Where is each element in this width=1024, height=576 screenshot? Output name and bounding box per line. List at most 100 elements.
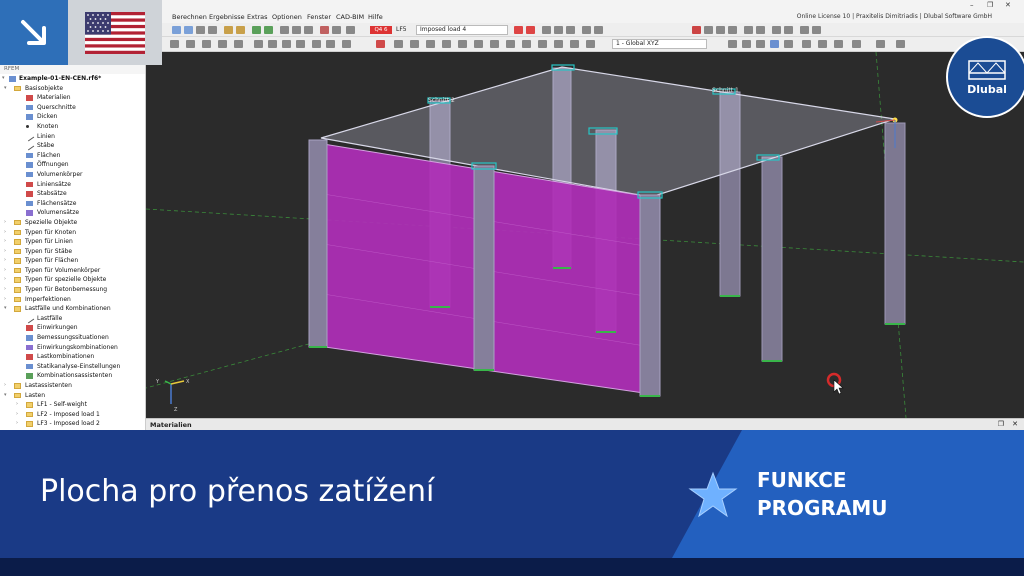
- chevron-right-icon[interactable]: ›: [4, 228, 10, 238]
- chevron-right-icon[interactable]: ›: [4, 381, 10, 391]
- load-case-select[interactable]: Imposed load 4: [416, 25, 508, 35]
- settings-icon[interactable]: [876, 40, 885, 48]
- arrow-left-icon[interactable]: [514, 26, 523, 34]
- chevron-right-icon[interactable]: ›: [4, 285, 10, 295]
- color-icon[interactable]: [744, 26, 753, 34]
- navigator-item[interactable]: › Lastassistenten: [0, 381, 145, 391]
- navigator-item[interactable]: › Imperfektionen: [0, 295, 145, 305]
- chevron-down-icon[interactable]: ▾: [4, 391, 10, 401]
- column-front-corner[interactable]: [639, 194, 661, 397]
- navigator-item[interactable]: › LF3 - Imposed load 2: [0, 419, 145, 429]
- node-icon[interactable]: [346, 26, 355, 34]
- zoom-icon[interactable]: [784, 40, 793, 48]
- arc-tool-icon[interactable]: [326, 40, 335, 48]
- delete-icon[interactable]: [376, 40, 385, 48]
- supports-icon[interactable]: [554, 40, 563, 48]
- model-viewport[interactable]: Schnitt 2 Schnitt 1 Y X Z: [146, 52, 1024, 418]
- measure-icon[interactable]: [342, 40, 351, 48]
- view-x-icon[interactable]: [742, 40, 751, 48]
- values-icon[interactable]: [566, 26, 575, 34]
- pan-icon[interactable]: [802, 40, 811, 48]
- perspective-icon[interactable]: [852, 40, 861, 48]
- surfaces-icon[interactable]: [506, 40, 515, 48]
- navigator-item[interactable]: Stabsätze: [0, 189, 145, 199]
- navigator-item[interactable]: Bemessungssituationen: [0, 333, 145, 343]
- navigator-item[interactable]: Lastkombinationen: [0, 352, 145, 362]
- orbit-icon[interactable]: [818, 40, 827, 48]
- navigator-item[interactable]: Flächensätze: [0, 199, 145, 209]
- solids-icon[interactable]: [522, 40, 531, 48]
- arrow-right-icon[interactable]: [526, 26, 535, 34]
- openings-icon[interactable]: [538, 40, 547, 48]
- chevron-right-icon[interactable]: ›: [16, 400, 22, 410]
- navigator-item[interactable]: Flächen: [0, 151, 145, 161]
- navigator-item[interactable]: ▾ Lasten: [0, 391, 145, 401]
- load-icon[interactable]: [320, 26, 329, 34]
- navigator-item[interactable]: › LF1 - Self-weight: [0, 400, 145, 410]
- chevron-right-icon[interactable]: ›: [4, 256, 10, 266]
- print-icon[interactable]: [800, 26, 809, 34]
- navigator-item[interactable]: Lastfälle: [0, 314, 145, 324]
- chevron-right-icon[interactable]: ›: [4, 295, 10, 305]
- coordinate-system-select[interactable]: 1 - Global XYZ: [612, 39, 707, 49]
- wire-icon[interactable]: [728, 26, 737, 34]
- section-cut-icon[interactable]: [426, 40, 435, 48]
- navigator-item[interactable]: › LF2 - Imposed load 1: [0, 410, 145, 420]
- anim-icon[interactable]: [594, 26, 603, 34]
- solid-icon[interactable]: [304, 26, 313, 34]
- navigator-item[interactable]: Knoten: [0, 122, 145, 132]
- render-icon[interactable]: [704, 26, 713, 34]
- navigator-item[interactable]: Einwirkungen: [0, 323, 145, 333]
- view-icon[interactable]: [172, 26, 181, 34]
- chevron-right-icon[interactable]: ›: [4, 275, 10, 285]
- chevron-right-icon[interactable]: ›: [4, 266, 10, 276]
- navigator-item[interactable]: ▾ Lastfälle und Kombinationen: [0, 304, 145, 314]
- navigator-item[interactable]: Öffnungen: [0, 160, 145, 170]
- section-label-1[interactable]: Schnitt 1: [712, 87, 739, 94]
- move-icon[interactable]: [186, 40, 195, 48]
- support-icon[interactable]: [332, 26, 341, 34]
- menu-cad-bim[interactable]: CAD-BIM: [336, 13, 364, 21]
- loads-icon[interactable]: [586, 40, 595, 48]
- chevron-right-icon[interactable]: ›: [16, 419, 22, 429]
- copy-icon[interactable]: [234, 40, 243, 48]
- navigator-item[interactable]: Einwirkungskombinationen: [0, 343, 145, 353]
- lines-icon[interactable]: [474, 40, 483, 48]
- results-icon[interactable]: [264, 26, 273, 34]
- section-icon[interactable]: [582, 26, 591, 34]
- column-mid-right[interactable]: [761, 156, 783, 362]
- nodes-icon[interactable]: [458, 40, 467, 48]
- navigator-item[interactable]: › Typen für spezielle Objekte: [0, 275, 145, 285]
- fit-icon[interactable]: [834, 40, 843, 48]
- section-label-2[interactable]: Schnitt 2: [428, 97, 455, 104]
- navigator-item[interactable]: Linien: [0, 132, 145, 142]
- menu-optionen[interactable]: Optionen: [272, 13, 302, 21]
- table-icon[interactable]: [224, 26, 233, 34]
- minimize-button[interactable]: –: [970, 1, 974, 9]
- navigator-item[interactable]: Kombinationsassistenten: [0, 371, 145, 381]
- line-tool-icon[interactable]: [312, 40, 321, 48]
- chevron-right-icon[interactable]: ›: [16, 410, 22, 420]
- chevron-right-icon[interactable]: ›: [4, 237, 10, 247]
- mirror-icon[interactable]: [218, 40, 227, 48]
- navigator-item[interactable]: Materialien: [0, 93, 145, 103]
- panel-title[interactable]: Materialien: [150, 421, 192, 429]
- osnap-icon[interactable]: [296, 40, 305, 48]
- surface-icon[interactable]: [292, 26, 301, 34]
- navigator-item[interactable]: Liniensätze: [0, 180, 145, 190]
- layer-icon[interactable]: [394, 40, 403, 48]
- navigator-item[interactable]: › Typen für Flächen: [0, 256, 145, 266]
- column-front-right[interactable]: [884, 122, 906, 325]
- member-icon[interactable]: [280, 26, 289, 34]
- display-icon[interactable]: [542, 26, 551, 34]
- navigator-item[interactable]: Querschnitte: [0, 103, 145, 113]
- ortho-icon[interactable]: [282, 40, 291, 48]
- report-icon[interactable]: [812, 26, 821, 34]
- chevron-right-icon[interactable]: ›: [4, 247, 10, 257]
- legend-icon[interactable]: [756, 26, 765, 34]
- navigator-item[interactable]: › Typen für Volumenkörper: [0, 266, 145, 276]
- view-z-icon[interactable]: [770, 40, 779, 48]
- frame-icon[interactable]: [208, 26, 217, 34]
- menu-extras[interactable]: Extras: [247, 13, 268, 21]
- select-icon[interactable]: [170, 40, 179, 48]
